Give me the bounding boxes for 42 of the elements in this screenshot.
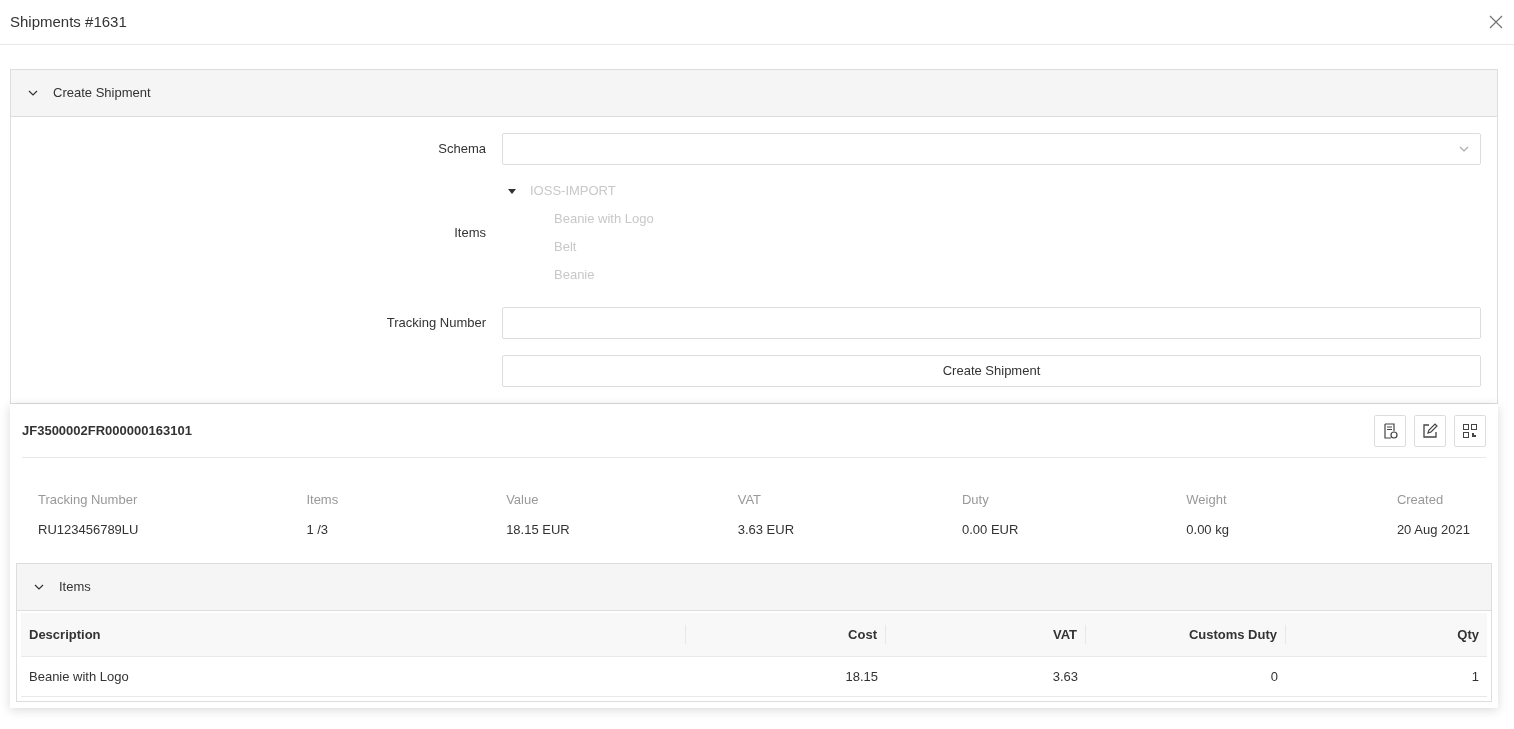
close-icon[interactable] [1489,15,1503,29]
field-label: Items [453,224,487,243]
detail-label: Items [306,491,339,509]
column-header: VAT [886,624,1086,645]
detail-value: 0.00 kg [1186,520,1229,539]
detail-value: 20 Aug 2021 [1396,520,1470,539]
detail-label: VAT [737,491,763,509]
edit-button[interactable] [1414,414,1446,447]
table-cell-text: 1 [1470,667,1480,686]
panel-title: Items [59,578,91,597]
detail-value: 18.15 EUR [506,520,570,539]
detail-label: Weight [1186,491,1228,509]
field-label: Tracking Number [385,314,487,333]
column-header: Cost [686,624,886,645]
document-icon-button[interactable] [1374,414,1406,447]
edit-icon [1422,422,1438,439]
detail-label: Duty [962,491,990,509]
panel-title: Create Shipment [53,84,151,103]
column-header: Customs Duty [1086,624,1286,645]
qr-code-button[interactable] [1454,414,1486,447]
table-cell-text: 3.63 [1051,667,1079,686]
detail-label: Value [506,491,540,509]
column-header: Qty [1456,625,1480,644]
detail-value: 3.63 EUR [737,520,795,539]
tracking-number-input[interactable] [502,307,1481,339]
document-icon [1382,422,1398,439]
panel-header[interactable]: Items [17,564,1491,611]
table-cell-text: Beanie with Logo [28,667,130,686]
qr-code-icon [1462,422,1478,439]
table-cell-text: 0 [1269,667,1279,686]
table-cell-text: 18.15 [844,667,879,686]
create-shipment-button[interactable]: Create Shipment [502,355,1481,387]
column-header: Description [21,624,686,645]
dialog-title: Shipments #1631 [10,11,127,32]
panel-header[interactable]: Create Shipment [11,70,1497,117]
field-label: Schema [437,140,487,159]
shipment-code: JF3500002FR000000163101 [22,421,192,440]
detail-value: 1 /3 [306,520,330,539]
detail-label: Created [1396,491,1445,509]
detail-label: Tracking Number [38,491,139,509]
detail-value: 0.00 EUR [962,520,1019,539]
detail-value: RU123456789LU [38,520,139,539]
